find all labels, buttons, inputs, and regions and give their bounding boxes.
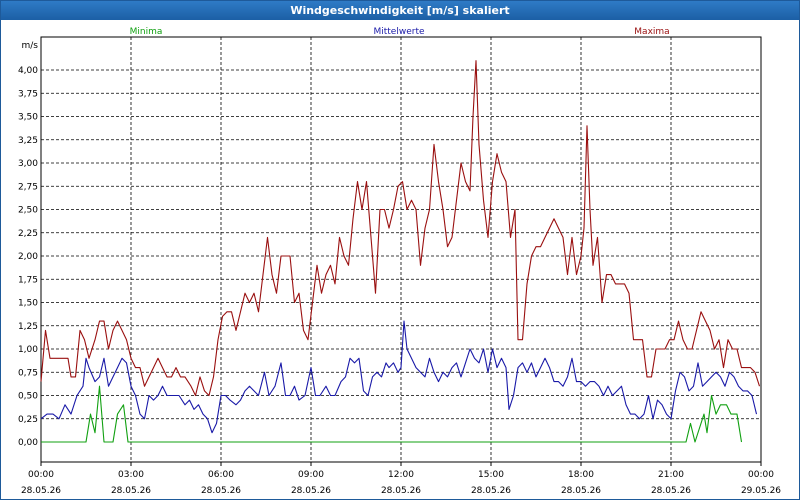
series-line-maxima [40, 60, 761, 397]
x-tick-time: 21:00 [658, 470, 684, 480]
y-tick-label: 3,50 [18, 113, 38, 123]
x-tick-time: 12:00 [388, 470, 414, 480]
y-tick-label: 2,75 [18, 182, 38, 192]
legend-minima: Minima [130, 27, 163, 37]
y-tick-label: 0,25 [18, 415, 38, 425]
y-tick-label: 1,75 [18, 275, 38, 285]
legend-maxima: Maxima [634, 27, 669, 37]
window-title: Windgeschwindigkeit [m/s] skaliert [1, 1, 799, 20]
x-tick-time: 18:00 [568, 470, 594, 480]
x-tick-date: 28.05.26 [651, 486, 691, 496]
x-tick-date: 28.05.26 [201, 486, 241, 496]
y-tick-label: 0,00 [18, 438, 38, 448]
y-tick-label: 3,25 [18, 136, 38, 146]
y-tick-label: 1,25 [18, 322, 38, 332]
legend: Minima Mittelwerte Maxima [130, 27, 670, 37]
x-tick-time: 00:00 [748, 470, 774, 480]
series-lines [40, 60, 761, 443]
y-tick-label: 1,00 [18, 345, 38, 355]
axes [40, 36, 762, 466]
x-tick-labels: 00:00 28.05.26 03:00 28.05.26 06:00 28.05.26 0… [21, 470, 781, 496]
y-tick-label: 2,50 [18, 206, 38, 216]
y-tick-label: 0,50 [18, 392, 38, 402]
x-tick-time: 06:00 [208, 470, 234, 480]
x-tick-time: 00:00 [28, 470, 54, 480]
y-tick-label: 0,75 [18, 368, 38, 378]
y-tick-label: 3,00 [18, 159, 38, 169]
x-tick-date: 28.05.26 [291, 486, 331, 496]
chart-canvas: 0,00 0,25 0,50 0,75 1,00 1,25 1,50 1,75 2,00 2,25… [18, 27, 781, 496]
x-tick-time: 15:00 [478, 470, 504, 480]
x-tick-date: 28.05.26 [561, 486, 601, 496]
x-tick-date: 28.05.26 [21, 486, 61, 496]
y-tick-labels: 0,00 0,25 0,50 0,75 1,00 1,25 1,50 1,75 2,00 2,25… [18, 41, 38, 448]
y-tick-label: 4,00 [18, 66, 38, 76]
x-tick-date: 29.05.26 [741, 486, 781, 496]
x-tick-time: 09:00 [298, 470, 324, 480]
x-tick-time: 03:00 [118, 470, 144, 480]
series-line-minima [41, 385, 743, 443]
y-axis-unit: m/s [22, 41, 39, 51]
y-tick-label: 2,00 [18, 252, 38, 262]
legend-mittelwerte: Mittelwerte [373, 27, 424, 37]
y-tick-label: 3,75 [18, 89, 38, 99]
chart-window: Windgeschwindigkeit [m/s] skaliert 0,00 0… [0, 0, 800, 500]
x-tick-date: 28.05.26 [381, 486, 421, 496]
y-tick-label: 2,25 [18, 229, 38, 239]
y-tick-label: 1,50 [18, 299, 38, 309]
x-tick-date: 28.05.26 [471, 486, 511, 496]
x-tick-date: 28.05.26 [111, 486, 151, 496]
